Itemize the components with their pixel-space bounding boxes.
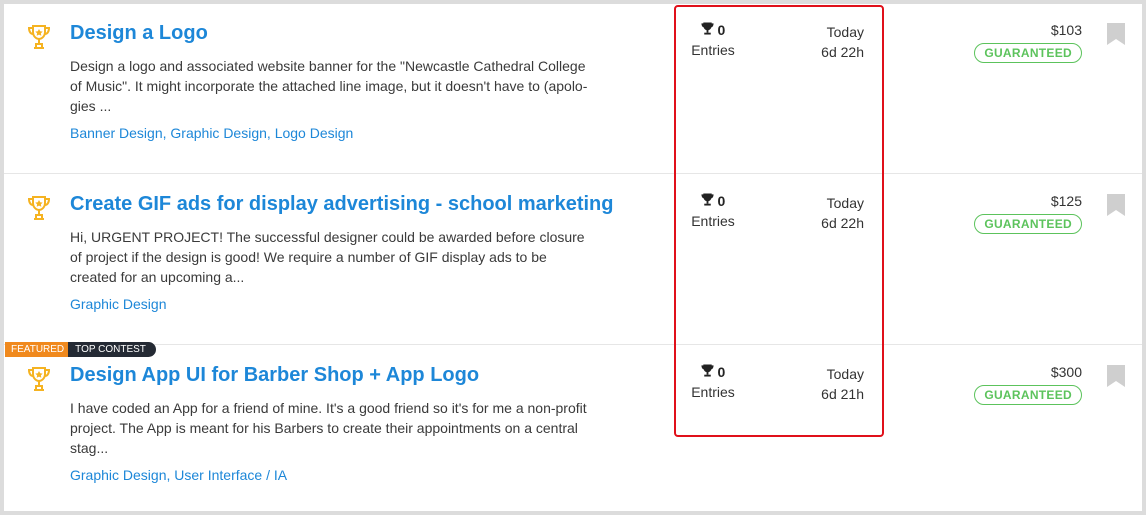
prize-amount: $103 <box>1050 22 1082 38</box>
time-label: Today <box>826 195 864 211</box>
bookmark-icon[interactable] <box>1106 365 1126 387</box>
guaranteed-badge: GUARANTEED <box>974 214 1082 234</box>
prize: $103 GUARANTEED <box>964 22 1082 63</box>
contest-row: Design a Logo Design a logo and associat… <box>4 4 1142 174</box>
prize-amount: $125 <box>1050 193 1082 209</box>
contest-description: I have coded an App for a friend of mine… <box>70 400 587 456</box>
contest-title[interactable]: Design a Logo <box>70 22 630 45</box>
entries-number: 0 <box>717 22 726 38</box>
entries-count: 0 Entries <box>684 22 742 58</box>
time-remaining: Today 6d 22h <box>794 22 864 62</box>
contest-description: Hi, URGENT PROJECT! The successful desig… <box>70 229 585 285</box>
top-contest-ribbon: TOP CONTEST <box>68 342 156 357</box>
tag-link[interactable]: Logo Design <box>275 125 354 141</box>
contest-row: FEATURED TOP CONTEST Design App UI for Ba… <box>4 342 1142 511</box>
trophy-icon <box>26 23 52 51</box>
contest-title[interactable]: Design App UI for Barber Shop + App Logo <box>70 364 630 387</box>
trophy-icon <box>701 193 718 209</box>
contest-ribbons: FEATURED TOP CONTEST <box>5 342 156 357</box>
featured-ribbon: FEATURED <box>5 342 71 357</box>
bookmark-icon[interactable] <box>1106 194 1126 216</box>
trophy-icon <box>701 364 718 380</box>
contest-list: Design a Logo Design a logo and associat… <box>4 4 1142 511</box>
prize: $300 GUARANTEED <box>964 364 1082 405</box>
trophy-icon <box>701 22 718 38</box>
bookmark-icon[interactable] <box>1106 23 1126 45</box>
entries-count: 0 Entries <box>684 364 742 400</box>
contest-tags: Graphic Design, User Interface / IA <box>70 467 288 483</box>
trophy-icon <box>26 194 52 222</box>
entries-label: Entries <box>691 213 735 229</box>
time-label: Today <box>826 366 864 382</box>
tag-link[interactable]: User Interface / IA <box>174 467 287 483</box>
contest-row: Create GIF ads for display advertising -… <box>4 175 1142 345</box>
entries-label: Entries <box>691 42 735 58</box>
time-remaining: Today 6d 21h <box>794 364 864 404</box>
time-value: 6d 22h <box>821 215 864 231</box>
tag-link[interactable]: Graphic Design <box>70 467 167 483</box>
contest-tags: Graphic Design <box>70 296 167 312</box>
guaranteed-badge: GUARANTEED <box>974 43 1082 63</box>
time-label: Today <box>826 24 864 40</box>
contest-tags: Banner Design, Graphic Design, Logo Desi… <box>70 125 354 141</box>
tag-link[interactable]: Graphic Design <box>170 125 267 141</box>
contest-title[interactable]: Create GIF ads for display advertising -… <box>70 193 630 216</box>
entries-label: Entries <box>691 384 735 400</box>
entries-count: 0 Entries <box>684 193 742 229</box>
prize-amount: $300 <box>1050 364 1082 380</box>
time-value: 6d 21h <box>821 386 864 402</box>
trophy-icon <box>26 365 52 393</box>
contest-description: Design a logo and associated website ban… <box>70 58 588 114</box>
time-remaining: Today 6d 22h <box>794 193 864 233</box>
entries-number: 0 <box>717 193 726 209</box>
tag-link[interactable]: Graphic Design <box>70 296 167 312</box>
tag-link[interactable]: Banner Design <box>70 125 163 141</box>
guaranteed-badge: GUARANTEED <box>974 385 1082 405</box>
entries-number: 0 <box>717 364 726 380</box>
time-value: 6d 22h <box>821 44 864 60</box>
prize: $125 GUARANTEED <box>964 193 1082 234</box>
